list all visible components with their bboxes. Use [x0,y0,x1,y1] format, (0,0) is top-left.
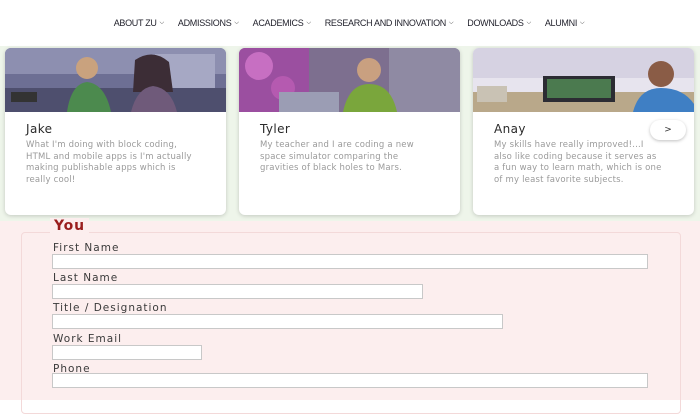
chevron-down-icon: ⌵ [159,19,165,26]
testimonial-carousel: Jake What I'm doing with block coding, H… [0,46,700,221]
title-designation-label: Title / Designation [53,302,168,314]
carousel-next-button[interactable]: > [650,120,686,140]
nav-item-alumni[interactable]: ALUMNI ⌵ [544,18,585,28]
first-name-label: First Name [53,242,120,254]
chevron-down-icon: ⌵ [234,19,239,26]
nav-item-label: ABOUT ZU [113,18,157,28]
testimonial-card: Jake What I'm doing with block coding, H… [5,48,226,215]
student-name: Jake [26,122,53,136]
first-name-field[interactable] [52,254,648,269]
student-photo [239,48,460,112]
testimonial-quote: What I'm doing with block coding, HTML a… [26,140,192,185]
nav-item-downloads[interactable]: DOWNLOADS ⌵ [467,18,531,28]
nav-item-academics[interactable]: ACADEMICS ⌵ [253,18,311,28]
nav-item-research[interactable]: RESEARCH AND INNOVATION ⌵ [325,18,454,28]
chevron-down-icon: ⌵ [306,19,311,26]
nav-menu: ABOUT ZU ⌵ ADMISSIONS ⌵ ACADEMICS ⌵ RESE… [107,18,592,28]
last-name-field[interactable] [52,284,423,299]
testimonial-card: Tyler My teacher and I are coding a new … [239,48,460,215]
chevron-down-icon: ⌵ [526,19,532,26]
work-email-label: Work Email [53,333,123,345]
student-photo [5,48,226,112]
chevron-right-icon: > [664,125,672,135]
nav-item-label: ADMISSIONS [177,18,232,28]
nav-item-about[interactable]: ABOUT ZU ⌵ [113,18,165,28]
student-name: Anay [494,122,526,136]
phone-field[interactable] [52,373,648,388]
chevron-down-icon: ⌵ [449,19,454,26]
fieldset-legend: You [50,218,89,234]
testimonial-quote: My teacher and I are coding a new space … [260,140,414,173]
testimonial-quote: My skills have really improved!...I also… [494,140,662,185]
last-name-label: Last Name [53,272,119,284]
nav-item-label: DOWNLOADS [467,18,524,28]
nav-item-label: ALUMNI [544,18,578,28]
nav-item-label: RESEARCH AND INNOVATION [324,18,447,28]
work-email-field[interactable] [52,345,202,360]
student-name: Tyler [260,122,291,136]
top-navigation: ABOUT ZU ⌵ ADMISSIONS ⌵ ACADEMICS ⌵ RESE… [0,0,700,46]
chevron-down-icon: ⌵ [580,19,585,26]
nav-item-admissions[interactable]: ADMISSIONS ⌵ [178,18,239,28]
nav-item-label: ACADEMICS [252,18,304,28]
title-designation-field[interactable] [52,314,503,329]
student-photo [473,48,694,112]
